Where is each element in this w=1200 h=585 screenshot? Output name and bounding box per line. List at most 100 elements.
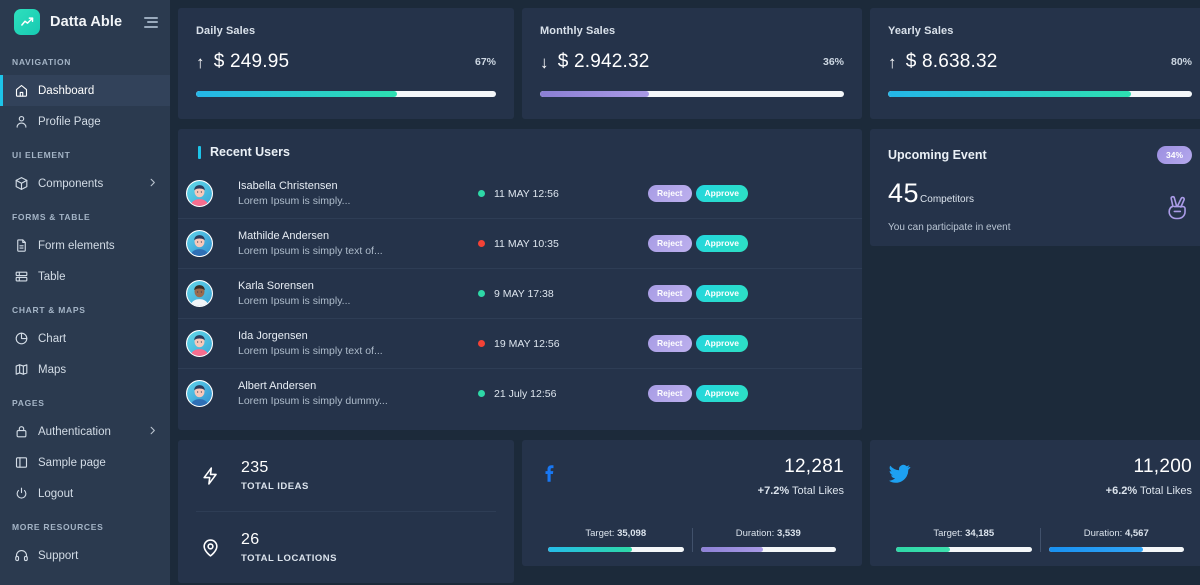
reject-button[interactable]: Reject (648, 335, 692, 352)
main-content: Daily Sales ↑ $ 249.95 67% Monthly Sales… (170, 0, 1200, 585)
user-name: Karla Sorensen (238, 280, 462, 292)
table-row: Karla SorensenLorem Ipsum is simply...9 … (178, 269, 862, 319)
table-icon (14, 269, 29, 284)
recent-users-table: Isabella Christensen Lorem Ipsum is simpl… (178, 169, 862, 418)
sidebar-item-chart[interactable]: Chart (0, 323, 170, 354)
sidebar-item-components[interactable]: Components (0, 168, 170, 199)
trend-arrow-up-icon: ↑ (888, 54, 897, 71)
social-delta: +6.2% (1106, 485, 1138, 497)
sidebar-item-form-elements[interactable]: Form elements (0, 230, 170, 261)
social-delta-suffix: Total Likes (789, 485, 844, 497)
sidebar-item-authentication[interactable]: Authentication (0, 416, 170, 447)
sidebar-item-label: Authentication (38, 426, 138, 438)
approve-button[interactable]: Approve (696, 185, 748, 202)
timestamp-text: 9 MAY 17:38 (494, 288, 554, 300)
table-row: Albert AndersenLorem Ipsum is simply dum… (178, 369, 862, 419)
target-progress-bar (896, 547, 1032, 552)
social-delta: +7.2% (758, 485, 790, 497)
user-description: Lorem Ipsum is simply text of... (238, 345, 462, 357)
stat-value: 235 (241, 459, 309, 477)
event-count-label: Competitors (920, 194, 974, 205)
brand-header: Datta Able (0, 0, 170, 44)
sidebar-item-label: Logout (38, 488, 158, 500)
stat-total-locations: 26 TOTAL LOCATIONS (196, 511, 496, 583)
victory-hand-icon (1164, 193, 1190, 228)
timestamp-text: 11 MAY 12:56 (494, 188, 559, 200)
lock-icon (14, 424, 29, 439)
status-dot-green (478, 190, 485, 197)
card-facebook-likes: 12,281 +7.2% Total Likes Target: 35,098 … (522, 440, 862, 566)
stat-value: 26 (241, 531, 337, 549)
table-row: Ida JorgensenLorem Ipsum is simply text … (178, 319, 862, 369)
headphones-icon (14, 548, 29, 563)
sidebar-item-label: Profile Page (38, 116, 158, 128)
duration-value: 4,567 (1125, 528, 1149, 539)
pie-chart-icon (14, 331, 29, 346)
social-count: 11,200 (922, 456, 1192, 478)
sales-title: Daily Sales (196, 25, 496, 37)
brand-logo[interactable] (14, 9, 40, 35)
social-duration: Duration: 4,567 (1041, 528, 1193, 552)
user-timestamp: 11 MAY 10:35 (478, 238, 632, 250)
section-accent-bar (198, 146, 201, 159)
reject-button[interactable]: Reject (648, 385, 692, 402)
user-timestamp: 11 MAY 12:56 (478, 188, 632, 200)
sidebar-item-maps[interactable]: Maps (0, 354, 170, 385)
approve-button[interactable]: Approve (696, 285, 748, 302)
trend-arrow-down-icon: ↓ (540, 54, 549, 71)
hamburger-menu-icon[interactable] (142, 17, 158, 28)
sidebar-item-sample-page[interactable]: Sample page (0, 447, 170, 478)
sidebar-item-table[interactable]: Table (0, 261, 170, 292)
sales-title: Yearly Sales (888, 25, 1192, 37)
status-dot-red (478, 340, 485, 347)
target-value: 34,185 (965, 528, 994, 539)
sales-title: Monthly Sales (540, 25, 844, 37)
approve-button[interactable]: Approve (696, 335, 748, 352)
user-description: Lorem Ipsum is simply text of... (238, 245, 462, 257)
sidebar: Datta Able NAVIGATIONDashboardProfile Pa… (0, 0, 170, 585)
status-dot-green (478, 390, 485, 397)
file-text-icon (14, 238, 29, 253)
avatar (186, 330, 213, 357)
approve-button[interactable]: Approve (696, 385, 748, 402)
home-icon (14, 83, 29, 98)
user-description: Lorem Ipsum is simply dummy... (238, 395, 462, 407)
stat-total-ideas: 235 TOTAL IDEAS (196, 440, 496, 511)
social-target: Target: 34,185 (888, 528, 1041, 552)
sales-amount: $ 8.638.32 (906, 51, 998, 73)
sidebar-item-profile-page[interactable]: Profile Page (0, 106, 170, 137)
sidebar-item-dashboard[interactable]: Dashboard (0, 75, 170, 106)
sidebar-layout-icon (14, 455, 29, 470)
card-stats: 235 TOTAL IDEAS 26 TOTAL LOCATIONS (178, 440, 514, 583)
reject-button[interactable]: Reject (648, 235, 692, 252)
status-badge: 34% (1157, 146, 1192, 164)
sales-percent: 67% (475, 56, 496, 68)
sidebar-item-support[interactable]: Support (0, 540, 170, 571)
sidebar-item-label: Table (38, 271, 158, 283)
avatar (186, 280, 213, 307)
sidebar-caption-more-resources: MORE RESOURCES (0, 509, 170, 540)
sidebar-item-logout[interactable]: Logout (0, 478, 170, 509)
social-count: 12,281 (574, 456, 844, 478)
chevron-right-icon (147, 177, 158, 191)
duration-label: Duration: (736, 528, 775, 539)
sidebar-item-label: Support (38, 550, 158, 562)
user-name: Mathilde Andersen (238, 230, 462, 242)
reject-button[interactable]: Reject (648, 185, 692, 202)
duration-label: Duration: (1084, 528, 1123, 539)
timestamp-text: 19 MAY 12:56 (494, 338, 560, 350)
user-description: Lorem Ipsum is simply... (238, 195, 462, 207)
reject-button[interactable]: Reject (648, 285, 692, 302)
map-icon (14, 362, 29, 377)
sidebar-item-label: Dashboard (38, 85, 158, 97)
chevron-right-icon (147, 425, 158, 439)
social-duration: Duration: 3,539 (693, 528, 845, 552)
box-icon (14, 176, 29, 191)
trend-arrow-up-icon: ↑ (196, 54, 205, 71)
user-timestamp: 19 MAY 12:56 (478, 338, 632, 350)
user-name: Isabella Christensen (238, 180, 462, 192)
card-upcoming-event: Upcoming Event 34% 45 Competitors You ca… (870, 129, 1200, 246)
approve-button[interactable]: Approve (696, 235, 748, 252)
facebook-icon (540, 456, 574, 486)
sidebar-item-label: Maps (38, 364, 158, 376)
